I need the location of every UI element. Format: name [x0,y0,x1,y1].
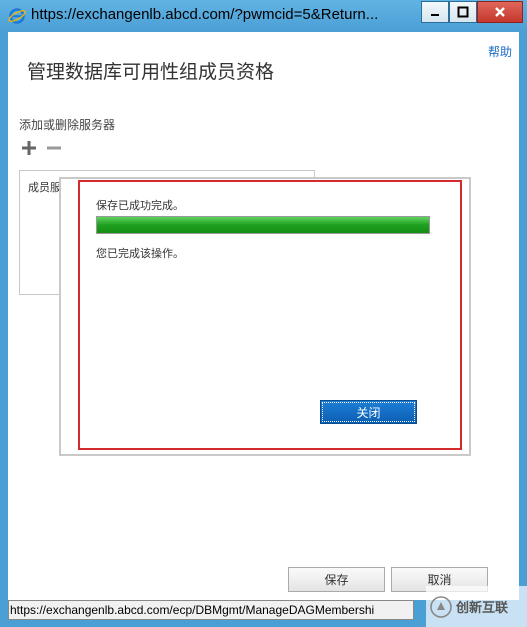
highlight-frame: 保存已成功完成。 您已完成该操作。 关闭 [78,180,462,450]
completion-message: 您已完成该操作。 [96,248,184,260]
watermark: 创新互联 [426,586,527,627]
close-window-button[interactable] [477,1,523,23]
page-title: 管理数据库可用性组成员资格 [27,62,275,83]
minus-icon[interactable] [46,140,62,156]
close-dialog-button[interactable]: 关闭 [320,400,417,424]
plus-icon[interactable] [21,140,37,156]
save-button[interactable]: 保存 [288,567,385,592]
page-content: 帮助 管理数据库可用性组成员资格 添加或删除服务器 成员服 保存已成功完成。 您… [8,32,519,600]
internet-explorer-icon [8,8,26,24]
progress-fill [97,217,429,233]
progress-bar [96,216,430,234]
close-icon [495,7,505,17]
logo-icon [430,595,452,618]
section-label: 添加或删除服务器 [19,118,116,132]
progress-dialog: 保存已成功完成。 您已完成该操作。 关闭 [59,177,471,456]
maximize-button[interactable] [449,1,477,23]
window-title: https://exchangenlb.abcd.com/?pwmcid=5&R… [31,6,379,23]
list-column-header: 成员服 [28,182,61,194]
status-message: 保存已成功完成。 [96,200,184,212]
minimize-button[interactable] [421,1,449,23]
maximize-icon [457,6,469,18]
help-link[interactable]: 帮助 [488,43,512,60]
minimize-icon [431,14,439,16]
status-bar-url: https://exchangenlb.abcd.com/ecp/DBMgmt/… [8,600,414,620]
watermark-text: 创新互联 [456,600,509,615]
title-bar: https://exchangenlb.abcd.com/?pwmcid=5&R… [0,0,527,32]
